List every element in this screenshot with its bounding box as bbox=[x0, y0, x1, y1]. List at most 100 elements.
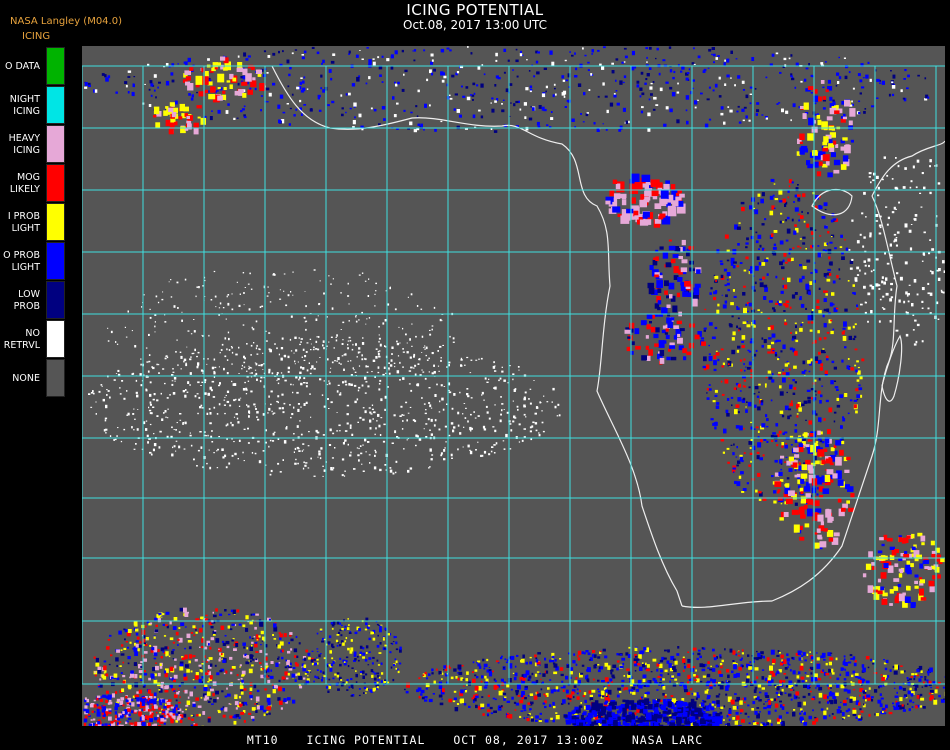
icing-pixel bbox=[196, 105, 202, 109]
icing-pixel bbox=[619, 80, 623, 85]
icing-pixel bbox=[372, 637, 376, 641]
icing-pixel bbox=[133, 408, 135, 410]
icing-pixel bbox=[485, 405, 488, 408]
icing-pixel bbox=[287, 370, 290, 373]
icing-pixel bbox=[816, 299, 820, 304]
icing-pixel bbox=[179, 666, 184, 671]
icing-pixel bbox=[865, 699, 867, 702]
icing-pixel bbox=[745, 94, 749, 99]
icing-pixel bbox=[835, 84, 838, 87]
icing-pixel bbox=[380, 680, 383, 683]
icing-pixel bbox=[460, 364, 463, 367]
icing-pixel bbox=[113, 673, 118, 678]
icing-pixel bbox=[742, 292, 746, 296]
icing-pixel bbox=[809, 227, 813, 231]
icing-pixel bbox=[313, 475, 316, 477]
icing-pixel bbox=[781, 266, 785, 270]
icing-pixel bbox=[863, 191, 866, 195]
icing-pixel bbox=[299, 81, 302, 85]
icing-pixel bbox=[708, 344, 710, 347]
icing-pixel bbox=[346, 678, 349, 682]
icing-pixel bbox=[317, 456, 319, 458]
icing-pixel bbox=[179, 351, 182, 353]
legend-swatch bbox=[46, 164, 65, 202]
icing-pixel bbox=[462, 413, 464, 415]
icing-pixel bbox=[942, 291, 945, 294]
icing-pixel bbox=[218, 366, 220, 368]
icing-pixel bbox=[389, 469, 393, 473]
icing-pixel bbox=[591, 49, 594, 53]
icing-pixel bbox=[795, 325, 797, 328]
icing-pixel bbox=[615, 58, 619, 61]
icing-pixel bbox=[291, 93, 294, 96]
icing-pixel bbox=[195, 628, 197, 631]
icing-pixel bbox=[277, 378, 280, 381]
icing-pixel bbox=[257, 705, 259, 707]
icing-pixel bbox=[760, 402, 764, 406]
icing-pixel bbox=[358, 447, 360, 450]
legend-item-none: NONE bbox=[0, 359, 66, 398]
icing-pixel bbox=[272, 82, 276, 86]
icing-pixel bbox=[924, 77, 927, 80]
icing-pixel bbox=[756, 676, 759, 679]
icing-pixel bbox=[320, 74, 323, 78]
icing-pixel bbox=[357, 351, 360, 354]
icing-pixel bbox=[332, 432, 335, 435]
icing-pixel bbox=[444, 425, 447, 428]
icing-pixel bbox=[521, 439, 524, 442]
icing-pixel bbox=[583, 92, 586, 96]
icing-pixel bbox=[931, 248, 935, 251]
icing-pixel bbox=[374, 305, 376, 307]
icing-pixel bbox=[211, 430, 213, 432]
icing-pixel bbox=[227, 331, 230, 334]
icing-pixel bbox=[503, 409, 505, 410]
icing-pixel bbox=[272, 432, 275, 436]
icing-pixel bbox=[615, 90, 618, 92]
icing-pixel bbox=[826, 684, 829, 687]
icing-pixel bbox=[277, 656, 280, 658]
icing-pixel bbox=[842, 416, 845, 418]
icing-pixel bbox=[201, 616, 204, 620]
icing-pixel bbox=[224, 412, 226, 415]
icing-pixel bbox=[241, 368, 243, 370]
icing-pixel bbox=[116, 664, 118, 667]
icing-pixel bbox=[277, 104, 281, 109]
icing-pixel bbox=[206, 363, 208, 365]
icing-pixel bbox=[869, 235, 872, 238]
icing-pixel bbox=[153, 74, 157, 78]
icing-pixel bbox=[776, 654, 780, 657]
icing-pixel bbox=[881, 543, 885, 547]
icing-pixel bbox=[247, 55, 251, 58]
icing-pixel bbox=[904, 670, 906, 673]
icing-pixel bbox=[313, 680, 315, 683]
icing-pixel bbox=[299, 99, 302, 103]
icing-pixel bbox=[217, 95, 223, 101]
icing-pixel bbox=[333, 347, 335, 349]
icing-pixel bbox=[439, 400, 441, 403]
icing-pixel bbox=[198, 396, 201, 399]
icing-pixel bbox=[785, 110, 789, 114]
icing-pixel bbox=[299, 343, 301, 346]
icing-pixel bbox=[323, 292, 325, 295]
icing-pixel bbox=[386, 58, 390, 62]
icing-pixel bbox=[778, 102, 781, 104]
icing-pixel bbox=[145, 638, 148, 641]
icing-pixel bbox=[794, 350, 798, 356]
icing-pixel bbox=[397, 355, 400, 357]
icing-pixel bbox=[232, 716, 236, 718]
icing-pixel bbox=[193, 330, 196, 333]
icing-pixel bbox=[821, 459, 826, 465]
icing-pixel bbox=[645, 345, 649, 350]
icing-pixel bbox=[281, 676, 286, 680]
icing-pixel bbox=[171, 380, 174, 382]
icing-pixel bbox=[735, 711, 739, 715]
icing-pixel bbox=[90, 392, 94, 394]
icing-pixel bbox=[877, 578, 881, 583]
icing-pixel bbox=[301, 356, 303, 358]
icing-pixel bbox=[165, 416, 167, 418]
icing-pixel bbox=[133, 429, 135, 431]
icing-pixel bbox=[770, 178, 775, 182]
icing-pixel bbox=[691, 693, 694, 695]
icing-pixel bbox=[299, 420, 301, 422]
icing-pixel bbox=[307, 467, 310, 469]
